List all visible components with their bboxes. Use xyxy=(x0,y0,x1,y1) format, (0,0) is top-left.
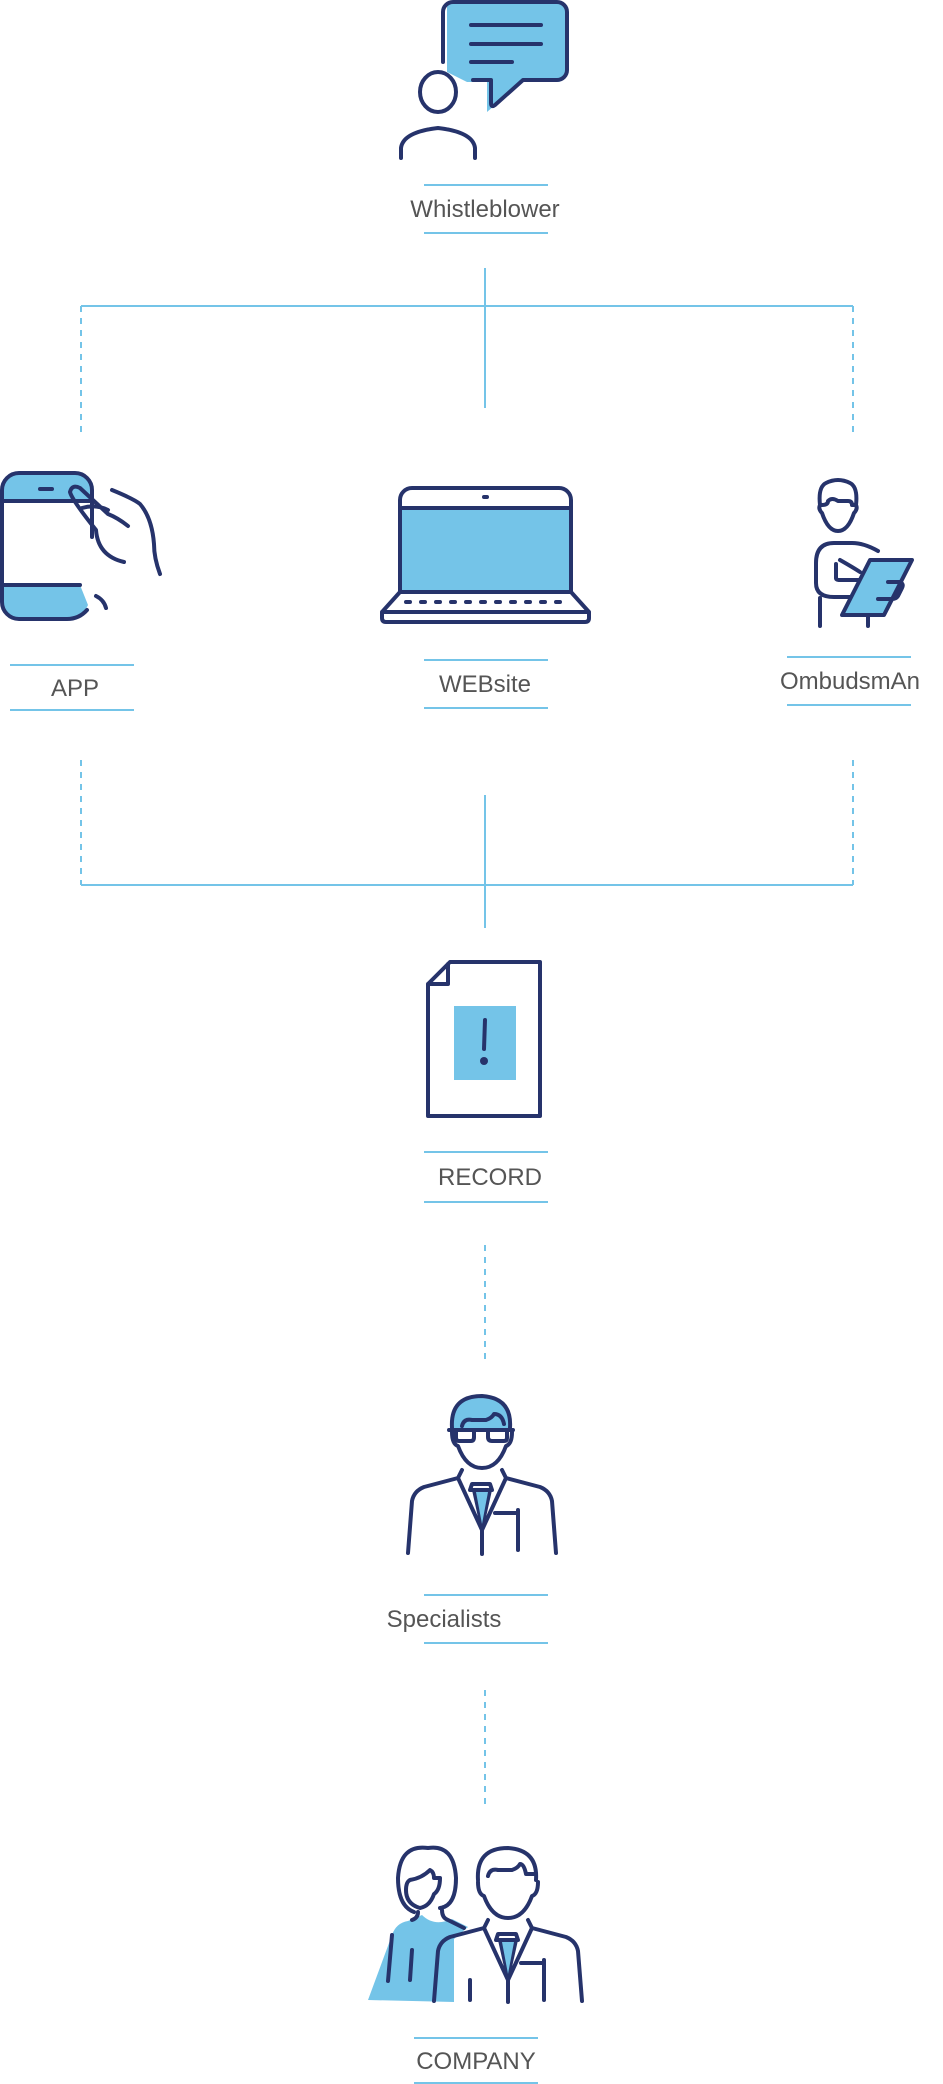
laptop-icon xyxy=(380,486,591,624)
app-label: APP xyxy=(51,675,99,702)
smartphone-icon xyxy=(0,471,162,621)
document-alert-icon xyxy=(426,960,542,1118)
website-label: WEBsite xyxy=(439,671,531,698)
ombudsman-icon xyxy=(814,478,914,628)
whistleblowing-flow-diagram: Whistleblower APP WEBsite OmbudsmAn RECO… xyxy=(0,0,920,2084)
specialist-icon xyxy=(406,1394,558,1556)
whistleblower-label: Whistleblower xyxy=(410,196,559,223)
whistleblower-icon xyxy=(399,0,569,160)
specialists-label: Specialists xyxy=(387,1606,502,1633)
record-label: RECORD xyxy=(438,1164,542,1191)
company-people-icon xyxy=(368,1845,584,2004)
company-label: COMPANY xyxy=(416,2048,536,2075)
ombudsman-label: OmbudsmAn xyxy=(780,668,920,695)
